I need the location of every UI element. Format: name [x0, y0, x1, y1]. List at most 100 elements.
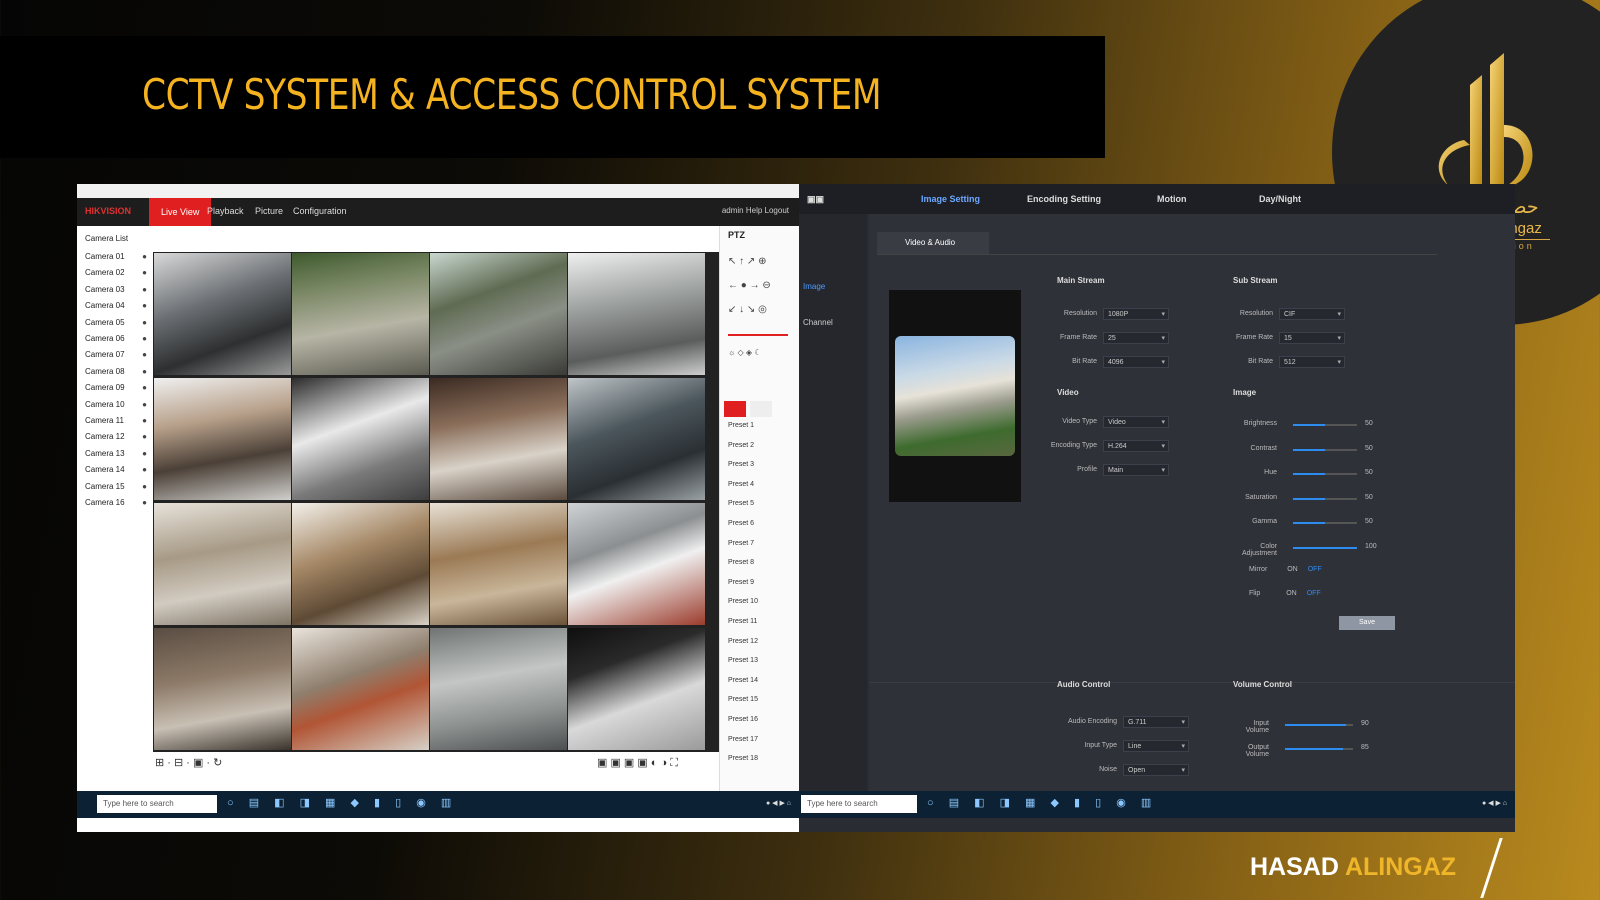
camera-tile[interactable]: [430, 628, 567, 750]
main-stream-select[interactable]: 25 ▾: [1103, 332, 1169, 344]
volume-slider[interactable]: [1285, 724, 1353, 726]
camera-tile[interactable]: [154, 378, 291, 500]
camera-tile[interactable]: [568, 503, 705, 625]
camera-tile[interactable]: [568, 628, 705, 750]
mirror-option[interactable]: Mirror ON OFF: [1249, 566, 1322, 573]
camera-tile[interactable]: [430, 253, 567, 375]
image-adjust-slider[interactable]: [1293, 424, 1357, 426]
preset-item[interactable]: Preset 4: [728, 481, 754, 488]
camera-list-item[interactable]: Camera 04 ●: [85, 301, 147, 310]
preset-item[interactable]: Preset 17: [728, 736, 758, 743]
camera-tile[interactable]: [430, 503, 567, 625]
taskbar-app-icons[interactable]: ○ ▤ ◧ ◨ ▦ ◆ ▮ ▯ ◉ ▥: [927, 796, 1157, 809]
camera-list-item[interactable]: Camera 07 ●: [85, 350, 147, 359]
sub-stream-select[interactable]: 512 ▾: [1279, 356, 1345, 368]
flip-on[interactable]: ON: [1286, 590, 1297, 597]
user-menu[interactable]: admin Help Logout: [722, 206, 789, 215]
tab-configuration[interactable]: Configuration: [293, 206, 347, 216]
preset-item[interactable]: Preset 2: [728, 442, 754, 449]
system-tray[interactable]: ● ◀ ▶ ⌂: [1482, 799, 1507, 807]
tab-day-night[interactable]: Day/Night: [1259, 194, 1301, 204]
camera-tile[interactable]: [154, 628, 291, 750]
mirror-on[interactable]: ON: [1287, 566, 1298, 573]
main-stream-select[interactable]: 1080P ▾: [1103, 308, 1169, 320]
mirror-off[interactable]: OFF: [1308, 566, 1322, 573]
camera-tile[interactable]: [430, 378, 567, 500]
audio-select[interactable]: Open ▾: [1123, 764, 1189, 776]
video-select[interactable]: Video ▾: [1103, 416, 1169, 428]
preset-item[interactable]: Preset 9: [728, 579, 754, 586]
grid-layout-controls[interactable]: ⊞ · ⊟ · ▣ · ↻: [155, 756, 222, 769]
tab-encoding-setting[interactable]: Encoding Setting: [1027, 194, 1101, 204]
camera-list-item[interactable]: Camera 10 ●: [85, 400, 147, 409]
volume-slider[interactable]: [1285, 748, 1353, 750]
audio-select[interactable]: Line ▾: [1123, 740, 1189, 752]
video-select[interactable]: H.264 ▾: [1103, 440, 1169, 452]
preset-item[interactable]: Preset 6: [728, 520, 754, 527]
image-adjust-slider[interactable]: [1293, 547, 1357, 549]
tab-playback[interactable]: Playback: [207, 206, 244, 216]
tab-picture[interactable]: Picture: [255, 206, 283, 216]
sub-stream-select[interactable]: CIF ▾: [1279, 308, 1345, 320]
preset-item[interactable]: Preset 12: [728, 638, 758, 645]
preset-item[interactable]: Preset 3: [728, 461, 754, 468]
camera-list-item[interactable]: Camera 12 ●: [85, 432, 147, 441]
preset-item[interactable]: Preset 14: [728, 677, 758, 684]
preset-item[interactable]: Preset 11: [728, 618, 757, 625]
camera-tile[interactable]: [154, 253, 291, 375]
preset-tab[interactable]: [724, 401, 746, 417]
preset-item[interactable]: Preset 18: [728, 755, 758, 762]
camera-tile[interactable]: [292, 378, 429, 500]
camera-tile[interactable]: [292, 253, 429, 375]
preset-item[interactable]: Preset 8: [728, 559, 754, 566]
camera-list-item[interactable]: Camera 11 ●: [85, 416, 147, 425]
tab-motion[interactable]: Motion: [1157, 194, 1187, 204]
save-button[interactable]: Save: [1339, 616, 1395, 630]
camera-tile[interactable]: [568, 253, 705, 375]
camera-list-item[interactable]: Camera 02 ●: [85, 268, 147, 277]
camera-list-item[interactable]: Camera 03 ●: [85, 285, 147, 294]
preset-item[interactable]: Preset 1: [728, 422, 754, 429]
camera-list-item[interactable]: Camera 01 ●: [85, 252, 147, 261]
image-adjust-slider[interactable]: [1293, 522, 1357, 525]
tab-image-setting[interactable]: Image Setting: [921, 194, 980, 204]
ptz-direction-pad[interactable]: ↖ ↑ ↗ ⊕: [728, 256, 766, 267]
taskbar-app-icons[interactable]: ○ ▤ ◧ ◨ ▦ ◆ ▮ ▯ ◉ ▥: [227, 796, 457, 809]
side-nav-image[interactable]: Image: [803, 282, 825, 291]
image-adjust-slider[interactable]: [1293, 497, 1357, 500]
tab-live-view[interactable]: Live View: [149, 198, 212, 226]
ptz-aux-controls[interactable]: ☼ ◇ ◈ ☾: [728, 348, 761, 357]
tab-video-audio[interactable]: Video & Audio: [877, 232, 989, 254]
preset-item[interactable]: Preset 13: [728, 657, 758, 664]
audio-select[interactable]: G.711 ▾: [1123, 716, 1189, 728]
preset-item[interactable]: Preset 10: [728, 598, 758, 605]
camera-list-item[interactable]: Camera 06 ●: [85, 334, 147, 343]
preset-item[interactable]: Preset 7: [728, 540, 754, 547]
system-tray[interactable]: ● ◀ ▶ ⌂: [766, 799, 791, 807]
ptz-direction-pad-middle[interactable]: ← ● → ⊖: [728, 280, 771, 291]
image-adjust-slider[interactable]: [1293, 473, 1357, 476]
camera-tile[interactable]: [568, 378, 705, 500]
camera-list-item[interactable]: Camera 14 ●: [85, 465, 147, 474]
video-select[interactable]: Main ▾: [1103, 464, 1169, 476]
side-nav-channel[interactable]: Channel: [803, 318, 833, 327]
camera-tile[interactable]: [154, 503, 291, 625]
camera-list-item[interactable]: Camera 15 ●: [85, 482, 147, 491]
camera-list-item[interactable]: Camera 05 ●: [85, 318, 147, 327]
main-stream-select[interactable]: 4096 ▾: [1103, 356, 1169, 368]
camera-list-item[interactable]: Camera 16 ●: [85, 498, 147, 507]
camera-list-item[interactable]: Camera 08 ●: [85, 367, 147, 376]
ptz-direction-pad-bottom[interactable]: ↙ ↓ ↘ ◎: [728, 304, 767, 315]
camera-tile[interactable]: [292, 503, 429, 625]
patrol-tab[interactable]: [750, 401, 772, 417]
taskbar-search-input[interactable]: Type here to search: [801, 795, 917, 813]
image-adjust-slider[interactable]: [1293, 448, 1357, 451]
preset-item[interactable]: Preset 16: [728, 716, 758, 723]
grid-action-controls[interactable]: ▣ ▣ ▣ ▣ ◐ ◑ ⛶: [597, 756, 678, 770]
ptz-speed-slider[interactable]: [728, 334, 788, 336]
flip-option[interactable]: Flip ON OFF: [1249, 590, 1321, 597]
preset-item[interactable]: Preset 15: [728, 696, 758, 703]
flip-off[interactable]: OFF: [1307, 590, 1321, 597]
sub-stream-select[interactable]: 15 ▾: [1279, 332, 1345, 344]
camera-list-item[interactable]: Camera 09 ●: [85, 383, 147, 392]
